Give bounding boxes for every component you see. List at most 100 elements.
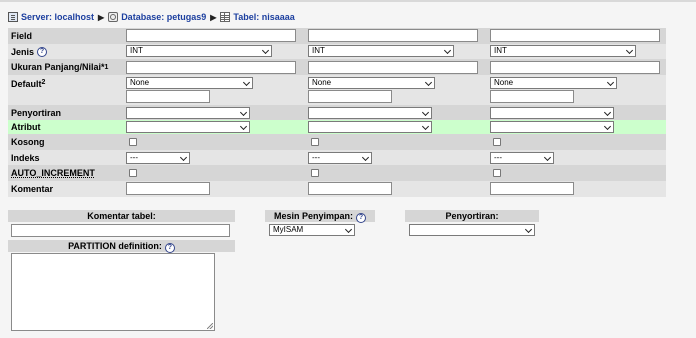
row-atribut: Atribut bbox=[8, 120, 666, 134]
table-create-page: Server: localhost ▶ Database: petugas9 ▶… bbox=[0, 0, 696, 338]
length-input-3[interactable] bbox=[490, 61, 660, 74]
null-checkbox-3[interactable] bbox=[493, 138, 501, 146]
field-name-input-1[interactable] bbox=[126, 29, 296, 42]
footnote-marker: 2 bbox=[41, 79, 46, 86]
help-icon[interactable]: ? bbox=[164, 243, 175, 253]
chevron-down-icon bbox=[524, 225, 533, 234]
index-select-1[interactable]: --- bbox=[126, 152, 190, 164]
label-default-text: Default bbox=[11, 79, 42, 89]
index-select-value: --- bbox=[494, 153, 502, 162]
null-checkbox-2[interactable] bbox=[311, 138, 319, 146]
chevron-down-icon bbox=[242, 78, 251, 87]
chevron-down-icon bbox=[421, 122, 430, 131]
type-select-value: INT bbox=[312, 46, 325, 55]
chevron-down-icon bbox=[603, 108, 612, 117]
chevron-down-icon bbox=[603, 122, 612, 131]
breadcrumb-arrow-icon: ▶ bbox=[210, 12, 217, 22]
chevron-down-icon bbox=[179, 153, 188, 162]
chevron-down-icon bbox=[361, 153, 370, 162]
collation-select-1[interactable] bbox=[126, 107, 250, 119]
collation-select-2[interactable] bbox=[308, 107, 432, 119]
table-comment-input[interactable] bbox=[11, 224, 230, 237]
storage-engine-heading-text: Mesin Penyimpan: bbox=[273, 211, 354, 221]
length-input-2[interactable] bbox=[308, 61, 478, 74]
chevron-down-icon bbox=[239, 108, 248, 117]
breadcrumb-server-link[interactable]: Server: localhost bbox=[21, 12, 94, 22]
table-collation-select[interactable] bbox=[409, 224, 535, 236]
row-jenis: Jenis? INT INT INT bbox=[8, 44, 666, 59]
auto-increment-checkbox-1[interactable] bbox=[129, 169, 137, 177]
chevron-down-icon bbox=[239, 122, 248, 131]
breadcrumb-database-link[interactable]: Database: petugas9 bbox=[121, 12, 206, 22]
index-select-2[interactable]: --- bbox=[308, 152, 372, 164]
index-select-value: --- bbox=[312, 153, 320, 162]
default-select-value: None bbox=[494, 78, 514, 87]
attribute-select-3[interactable] bbox=[490, 121, 614, 133]
chevron-down-icon bbox=[261, 46, 270, 55]
null-checkbox-1[interactable] bbox=[129, 138, 137, 146]
server-icon bbox=[8, 12, 18, 22]
row-default: Default 2 None None None bbox=[8, 75, 666, 105]
default-select-value: None bbox=[130, 78, 150, 87]
table-icon bbox=[220, 12, 231, 22]
label-atribut: Atribut bbox=[11, 122, 41, 132]
default-select-1[interactable]: None bbox=[126, 77, 253, 89]
type-select-1[interactable]: INT bbox=[126, 45, 272, 57]
row-auto-increment: AUTO_INCREMENT bbox=[8, 165, 666, 181]
footnote-marker: 1 bbox=[104, 63, 109, 71]
label-komentar: Komentar bbox=[11, 184, 54, 194]
field-name-input-3[interactable] bbox=[490, 29, 660, 42]
table-collation-heading: Penyortiran: bbox=[405, 210, 539, 222]
index-select-value: --- bbox=[130, 153, 138, 162]
type-select-2[interactable]: INT bbox=[308, 45, 454, 57]
comment-input-3[interactable] bbox=[490, 182, 574, 195]
database-icon bbox=[108, 12, 119, 22]
chevron-down-icon bbox=[625, 46, 634, 55]
default-select-3[interactable]: None bbox=[490, 77, 617, 89]
comment-input-2[interactable] bbox=[308, 182, 392, 195]
label-default: Default 2 bbox=[8, 75, 121, 105]
default-value-input-1[interactable] bbox=[126, 90, 210, 103]
comment-input-1[interactable] bbox=[126, 182, 210, 195]
default-value-input-2[interactable] bbox=[308, 90, 392, 103]
length-input-1[interactable] bbox=[126, 61, 296, 74]
partition-definition-textarea[interactable] bbox=[11, 253, 215, 331]
chevron-down-icon bbox=[606, 78, 615, 87]
row-kosong: Kosong bbox=[8, 134, 666, 150]
default-select-2[interactable]: None bbox=[308, 77, 435, 89]
label-ukuran-text: Ukuran Panjang/Nilai* bbox=[11, 62, 105, 72]
index-select-3[interactable]: --- bbox=[490, 152, 554, 164]
partition-heading: PARTITION definition:? bbox=[8, 240, 235, 253]
breadcrumb-arrow-icon: ▶ bbox=[98, 12, 105, 22]
auto-increment-checkbox-3[interactable] bbox=[493, 169, 501, 177]
chevron-down-icon bbox=[443, 46, 452, 55]
auto-increment-checkbox-2[interactable] bbox=[311, 169, 319, 177]
storage-engine-select[interactable]: MyISAM bbox=[269, 224, 355, 236]
partition-heading-text: PARTITION definition: bbox=[68, 241, 162, 251]
chevron-down-icon bbox=[421, 108, 430, 117]
help-icon[interactable]: ? bbox=[356, 213, 367, 223]
label-jenis: Jenis? bbox=[8, 44, 121, 59]
label-kosong: Kosong bbox=[11, 137, 45, 147]
breadcrumb-table-link[interactable]: Tabel: nisaaaa bbox=[233, 12, 294, 22]
row-komentar: Komentar bbox=[8, 181, 666, 197]
label-auto-increment: AUTO_INCREMENT bbox=[11, 168, 95, 178]
type-select-3[interactable]: INT bbox=[490, 45, 636, 57]
chevron-down-icon bbox=[344, 225, 353, 234]
row-indeks: Indeks --- --- --- bbox=[8, 150, 666, 165]
attribute-select-1[interactable] bbox=[126, 121, 250, 133]
default-value-input-3[interactable] bbox=[490, 90, 574, 103]
collation-select-3[interactable] bbox=[490, 107, 614, 119]
breadcrumb: Server: localhost ▶ Database: petugas9 ▶… bbox=[8, 10, 295, 24]
help-icon[interactable]: ? bbox=[37, 46, 48, 57]
type-select-value: INT bbox=[130, 46, 143, 55]
row-field: Field bbox=[8, 28, 666, 44]
type-select-value: INT bbox=[494, 46, 507, 55]
chevron-down-icon bbox=[424, 78, 433, 87]
resize-grip-icon[interactable] bbox=[207, 323, 213, 329]
field-name-input-2[interactable] bbox=[308, 29, 478, 42]
label-ukuran: Ukuran Panjang/Nilai* 1 bbox=[8, 59, 121, 75]
attribute-select-2[interactable] bbox=[308, 121, 432, 133]
default-select-value: None bbox=[312, 78, 332, 87]
storage-engine-heading: Mesin Penyimpan:? bbox=[265, 210, 375, 223]
